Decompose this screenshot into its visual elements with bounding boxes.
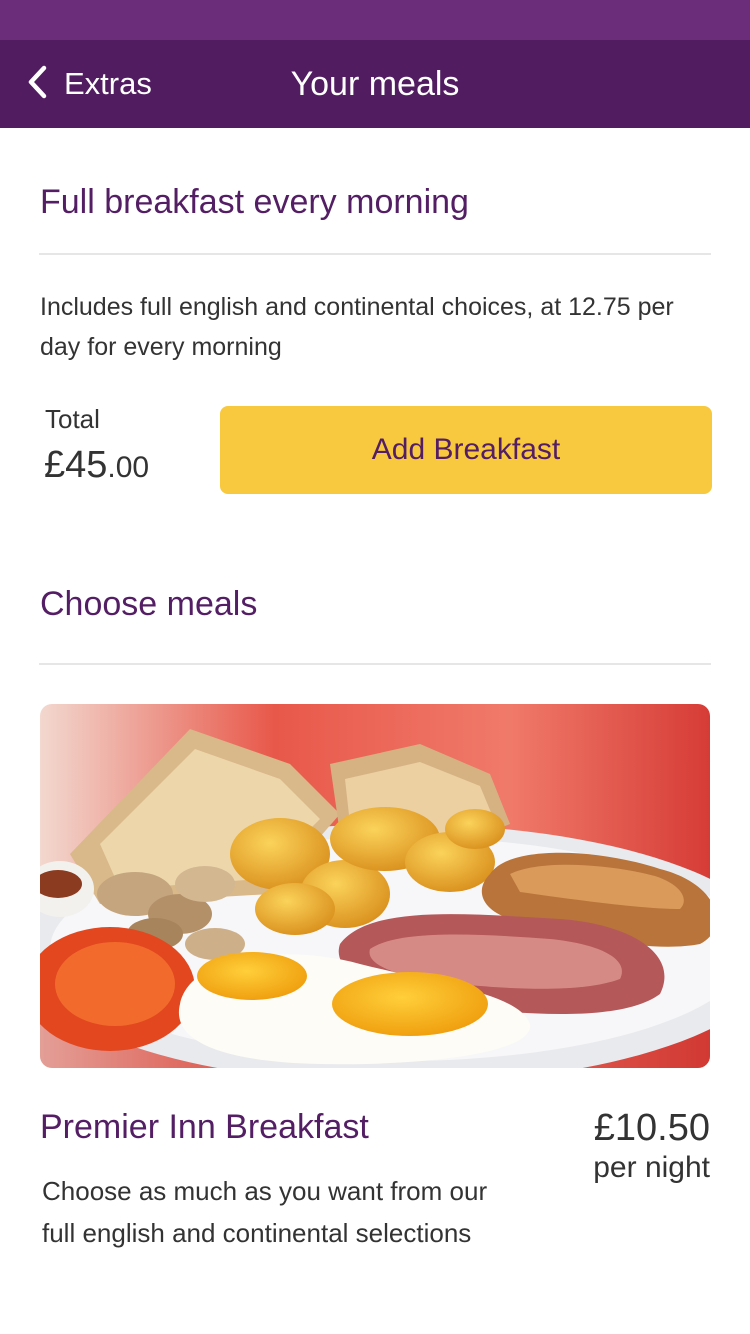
total-amount-major: £45	[44, 444, 108, 486]
add-breakfast-button[interactable]: Add Breakfast	[220, 406, 712, 494]
total-label: Total	[45, 404, 100, 434]
total-amount-minor: .00	[107, 451, 150, 484]
navigation-bar: Your meals Extras	[0, 40, 750, 128]
divider	[39, 253, 711, 255]
chevron-left-icon	[26, 65, 64, 104]
choose-meals-heading: Choose meals	[40, 585, 258, 623]
meal-item-description: Choose as much as you want from our full…	[42, 1176, 488, 1248]
meal-item-name: Premier Inn Breakfast	[40, 1108, 369, 1146]
total-amount: £45.00	[44, 444, 149, 487]
breakfast-description: Includes full english and continental ch…	[40, 293, 674, 361]
meal-item-price-unit: per night	[593, 1151, 710, 1184]
back-button-label: Extras	[64, 66, 152, 101]
breakfast-photo	[40, 704, 710, 1068]
back-button[interactable]: Extras	[26, 40, 152, 128]
meal-item-price: £10.50 per night	[593, 1106, 710, 1186]
meal-item-price-value: £10.50	[593, 1107, 710, 1149]
status-bar	[0, 0, 750, 40]
breakfast-heading: Full breakfast every morning	[40, 183, 469, 221]
divider	[39, 663, 711, 665]
